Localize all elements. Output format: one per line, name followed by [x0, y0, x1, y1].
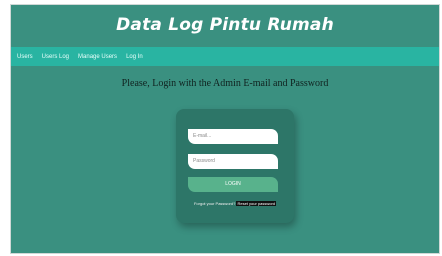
forgot-password-text: Forgot your Password?	[193, 201, 236, 206]
nav-bar: Users Users Log Manage Users Log In	[11, 47, 439, 66]
password-field[interactable]: Password	[188, 154, 278, 169]
nav-item-users-log[interactable]: Users Log	[42, 54, 69, 60]
nav-item-users[interactable]: Users	[17, 54, 33, 60]
login-button[interactable]: LOGIN	[188, 177, 278, 192]
login-card: E-mail... Password LOGIN Forgot your Pas…	[176, 109, 294, 223]
email-field[interactable]: E-mail...	[188, 129, 278, 144]
reset-password-link[interactable]: Reset your password	[236, 201, 277, 206]
nav-item-log-in[interactable]: Log In	[126, 54, 143, 60]
app-window: Data Log Pintu Rumah Users Users Log Man…	[10, 4, 440, 254]
nav-item-manage-users[interactable]: Manage Users	[78, 54, 117, 60]
app-title: Data Log Pintu Rumah	[116, 15, 334, 35]
login-headline: Please, Login with the Admin E-mail and …	[121, 78, 329, 89]
forgot-password-row: Forgot your Password? Reset your passwor…	[176, 201, 294, 206]
